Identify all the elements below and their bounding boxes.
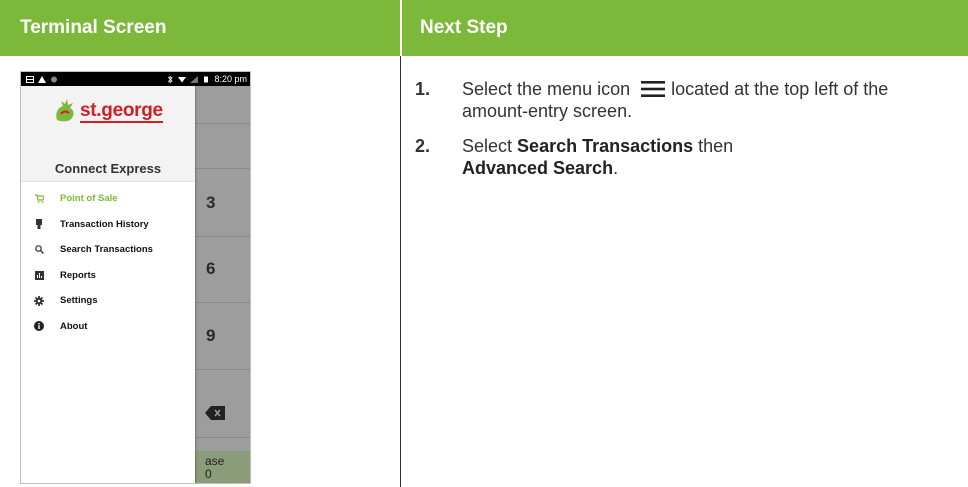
table-header: Terminal Screen Next Step	[0, 0, 968, 56]
app-title: Connect Express	[54, 161, 162, 176]
warning-icon	[38, 75, 46, 83]
dragon-logo-icon	[56, 99, 74, 122]
step-2: 2. Select Search Transactions then Advanc…	[415, 136, 734, 178]
bluetooth-icon	[168, 75, 174, 83]
backspace-icon	[205, 406, 225, 420]
menu-item-settings[interactable]: Settings	[21, 288, 195, 314]
status-bar: 8:20 pm	[21, 72, 250, 86]
keypad-key-9: 9	[206, 326, 216, 345]
steps-list: 1. Select the menu icon located at the t…	[415, 78, 955, 192]
status-time: 8:20 pm	[214, 74, 247, 84]
navigation-drawer: st.george Connect Express Point of Sale …	[21, 86, 195, 483]
keypad-key-6: 6	[206, 259, 216, 278]
step-1: 1. Select the menu icon located at the t…	[415, 79, 889, 121]
reports-icon	[34, 270, 44, 280]
battery-icon	[204, 76, 209, 82]
notification-icon	[26, 75, 34, 83]
receipt-icon	[34, 219, 44, 230]
menu-item-search-transactions[interactable]: Search Transactions	[21, 237, 195, 263]
menu-item-reports[interactable]: Reports	[21, 263, 195, 289]
drawer-menu: Point of Sale Transaction History Search…	[21, 182, 195, 339]
purchase-button-label: ase 0	[205, 454, 225, 481]
keypad-key-3: 3	[206, 193, 216, 212]
menu-item-transaction-history[interactable]: Transaction History	[21, 212, 195, 238]
header-next-step: Next Step	[400, 0, 968, 56]
column-divider	[400, 56, 401, 487]
info-icon	[34, 321, 44, 332]
cart-icon	[34, 194, 44, 204]
gear-icon	[34, 295, 44, 306]
drawer-header: st.george Connect Express	[21, 86, 195, 182]
terminal-screenshot: 8:20 pm 3 6 9 ase 0 st.george Connect Ex…	[20, 71, 251, 484]
hamburger-menu-icon	[641, 80, 666, 97]
signal-icon	[190, 75, 199, 83]
menu-item-about[interactable]: About	[21, 314, 195, 340]
search-icon	[34, 245, 44, 255]
header-terminal-screen: Terminal Screen	[0, 0, 400, 56]
brand-logo: st.george	[53, 98, 163, 124]
wifi-icon	[178, 76, 187, 82]
circle-icon	[51, 76, 57, 82]
menu-item-point-of-sale[interactable]: Point of Sale	[21, 186, 195, 212]
